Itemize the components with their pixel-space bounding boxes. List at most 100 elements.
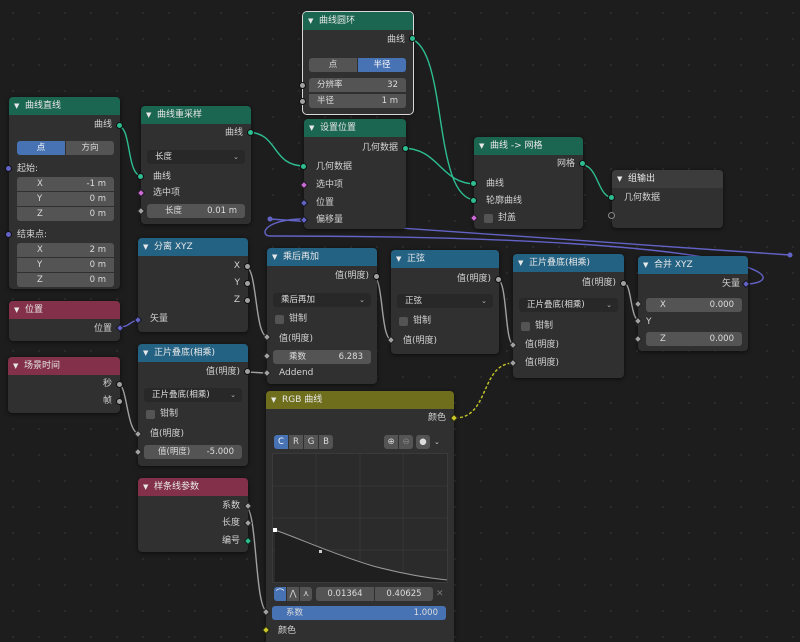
start-x-field[interactable]: X -1 m bbox=[17, 177, 114, 191]
collapse-icon[interactable]: ▼ bbox=[271, 391, 276, 409]
node-curve-circle[interactable]: ▼ 曲线圆环 曲线 点 半径 分辨率 32 半径 1 m bbox=[302, 11, 414, 115]
node-combine-xyz[interactable]: ▼ 合并 XYZ 矢量 X 0.000 Y Z 0.000 bbox=[638, 256, 748, 351]
node-header[interactable]: ▼ 组输出 bbox=[612, 170, 723, 188]
collapse-icon[interactable]: ▼ bbox=[617, 170, 622, 188]
zoom-out-icon[interactable]: ⊖ bbox=[399, 435, 413, 449]
socket-time-frame-out[interactable] bbox=[116, 398, 123, 405]
point-y-field[interactable]: 0.40625 bbox=[375, 587, 433, 601]
socket-curvemesh-profile-in[interactable] bbox=[470, 197, 477, 204]
socket-separate-y-out[interactable] bbox=[244, 280, 251, 287]
socket-multiply-left-out[interactable] bbox=[244, 368, 251, 375]
channel-r-tab[interactable]: R bbox=[289, 435, 303, 449]
z-field[interactable]: Z 0.000 bbox=[646, 332, 742, 346]
socket-setpos-out[interactable] bbox=[402, 145, 409, 152]
node-header[interactable]: ▼ RGB 曲线 bbox=[266, 391, 454, 409]
end-z-field[interactable]: Z0 m bbox=[17, 273, 114, 287]
socket-start-in[interactable] bbox=[5, 165, 12, 172]
socket-resample-out[interactable] bbox=[247, 129, 254, 136]
node-set-position[interactable]: ▼ 设置位置 几何数据 几何数据 选中项 位置 偏移量 bbox=[304, 119, 406, 229]
x-field[interactable]: X 0.000 bbox=[646, 298, 742, 312]
socket-output-empty-in[interactable] bbox=[608, 212, 615, 219]
collapse-icon[interactable]: ▼ bbox=[308, 12, 313, 30]
node-header[interactable]: ▼ 乘后再加 bbox=[267, 248, 377, 266]
socket-resolution-in[interactable] bbox=[299, 82, 306, 89]
mode-points-button[interactable]: 点 bbox=[17, 141, 65, 155]
node-rgb-curves[interactable]: ▼ RGB 曲线 颜色 C R G B ⊕ ⊖ ● ⌄ ⌒ ⋀ ⋏ 0.01364… bbox=[266, 391, 454, 642]
zoom-in-icon[interactable]: ⊕ bbox=[384, 435, 398, 449]
collapse-icon[interactable]: ▼ bbox=[272, 248, 277, 266]
collapse-icon[interactable]: ▼ bbox=[143, 344, 148, 362]
collapse-icon[interactable]: ▼ bbox=[143, 238, 148, 256]
node-spline-parameter[interactable]: ▼ 样条线参数 系数 长度 编号 bbox=[138, 478, 248, 552]
clamp-checkbox[interactable] bbox=[146, 410, 155, 419]
mode-points-button[interactable]: 点 bbox=[309, 58, 357, 72]
node-multiply-add[interactable]: ▼ 乘后再加 值(明度) 乘后再加 ⌄ 钳制 值(明度) 乘数 6.283 Adden… bbox=[267, 248, 377, 384]
collapse-icon[interactable]: ▼ bbox=[518, 254, 523, 272]
channel-c-tab[interactable]: C bbox=[274, 435, 288, 449]
socket-output-geometry-in[interactable] bbox=[608, 194, 615, 201]
socket-resample-curve-in[interactable] bbox=[137, 173, 144, 180]
socket-curve-line-out[interactable] bbox=[116, 122, 123, 129]
length-field[interactable]: 长度 0.01 m bbox=[147, 204, 245, 218]
node-header[interactable]: ▼ 曲线直线 bbox=[9, 97, 120, 115]
node-separate-xyz[interactable]: ▼ 分离 XYZ X Y Z 矢量 bbox=[138, 238, 248, 332]
collapse-icon[interactable]: ▼ bbox=[143, 478, 148, 496]
node-header[interactable]: ▼ 分离 XYZ bbox=[138, 238, 248, 256]
socket-separate-x-out[interactable] bbox=[244, 263, 251, 270]
collapse-icon[interactable]: ▼ bbox=[146, 106, 151, 124]
collapse-icon[interactable]: ▼ bbox=[396, 250, 401, 268]
node-header[interactable]: ▼ 曲线重采样 bbox=[141, 106, 251, 124]
delete-point-icon[interactable]: ✕ bbox=[436, 587, 444, 601]
fill-caps-checkbox[interactable] bbox=[484, 214, 493, 223]
chevron-down-icon[interactable]: ⌄ bbox=[434, 435, 440, 449]
collapse-icon[interactable]: ▼ bbox=[643, 256, 648, 274]
socket-time-seconds-out[interactable] bbox=[116, 381, 123, 388]
node-header[interactable]: ▼ 正片叠底(相乘) bbox=[513, 254, 624, 272]
socket-curvemesh-out[interactable] bbox=[579, 160, 586, 167]
node-position[interactable]: ▼ 位置 位置 bbox=[9, 301, 120, 341]
end-x-field[interactable]: X2 m bbox=[17, 243, 114, 257]
socket-curve-circle-out[interactable] bbox=[409, 35, 416, 42]
socket-end-in[interactable] bbox=[5, 231, 12, 238]
clamp-checkbox[interactable] bbox=[521, 322, 530, 331]
socket-sine-out[interactable] bbox=[495, 276, 502, 283]
channel-b-tab[interactable]: B bbox=[319, 435, 333, 449]
node-curve-line[interactable]: ▼ 曲线直线 曲线 点 方向 起始: X -1 m Y0 m Z0 m 结束点: X… bbox=[9, 97, 120, 289]
radius-field[interactable]: 半径 1 m bbox=[309, 94, 406, 108]
socket-muladd-out[interactable] bbox=[373, 273, 380, 280]
node-sine[interactable]: ▼ 正弦 值(明度) 正弦 ⌄ 钳制 值(明度) bbox=[391, 250, 499, 354]
node-resample-curve[interactable]: ▼ 曲线重采样 曲线 长度 ⌄ 曲线 选中项 长度 0.01 m bbox=[141, 106, 251, 224]
mode-dropdown[interactable]: 正片叠底(相乘) ⌄ bbox=[519, 298, 618, 312]
socket-setpos-geometry-in[interactable] bbox=[300, 163, 307, 170]
mode-direction-button[interactable]: 方向 bbox=[66, 141, 114, 155]
mode-radius-button[interactable]: 半径 bbox=[358, 58, 406, 72]
node-multiply-left[interactable]: ▼ 正片叠底(相乘) 值(明度) 正片叠底(相乘) ⌄ 钳制 值(明度) 值(明度)… bbox=[138, 344, 248, 466]
collapse-icon[interactable]: ▼ bbox=[479, 137, 484, 155]
resolution-field[interactable]: 分辨率 32 bbox=[309, 78, 406, 92]
mode-dropdown[interactable]: 正片叠底(相乘) ⌄ bbox=[144, 388, 242, 402]
point-x-field[interactable]: 0.01364 bbox=[316, 587, 374, 601]
factor-field[interactable]: 系数 1.000 bbox=[272, 606, 446, 620]
mode-dropdown[interactable]: 长度 ⌄ bbox=[147, 150, 245, 164]
node-header[interactable]: ▼ 设置位置 bbox=[304, 119, 406, 137]
collapse-icon[interactable]: ▼ bbox=[309, 119, 314, 137]
collapse-icon[interactable]: ▼ bbox=[14, 301, 19, 319]
node-header[interactable]: ▼ 合并 XYZ bbox=[638, 256, 748, 274]
clamp-checkbox[interactable] bbox=[399, 317, 408, 326]
multiplier-field[interactable]: 乘数 6.283 bbox=[273, 350, 371, 364]
start-y-field[interactable]: Y0 m bbox=[17, 192, 114, 206]
node-header[interactable]: ▼ 位置 bbox=[9, 301, 120, 319]
node-multiply-right[interactable]: ▼ 正片叠底(相乘) 值(明度) 正片叠底(相乘) ⌄ 钳制 值(明度) 值(明度) bbox=[513, 254, 624, 378]
node-header[interactable]: ▼ 样条线参数 bbox=[138, 478, 248, 496]
collapse-icon[interactable]: ▼ bbox=[14, 97, 19, 115]
tools-icon[interactable]: ● bbox=[416, 435, 430, 449]
mode-dropdown[interactable]: 乘后再加 ⌄ bbox=[273, 293, 371, 307]
handle-auto-icon[interactable]: ⌒ bbox=[274, 587, 286, 601]
node-scene-time[interactable]: ▼ 场景时间 秒 帧 bbox=[8, 357, 120, 413]
node-header[interactable]: ▼ 场景时间 bbox=[8, 357, 120, 375]
node-header[interactable]: ▼ 曲线 -> 网格 bbox=[474, 137, 583, 155]
handle-free-icon[interactable]: ⋏ bbox=[300, 587, 312, 601]
node-header[interactable]: ▼ 曲线圆环 bbox=[303, 12, 413, 30]
socket-radius-in[interactable] bbox=[299, 98, 306, 105]
node-curve-to-mesh[interactable]: ▼ 曲线 -> 网格 网格 曲线 轮廓曲线 封盖 bbox=[474, 137, 583, 229]
